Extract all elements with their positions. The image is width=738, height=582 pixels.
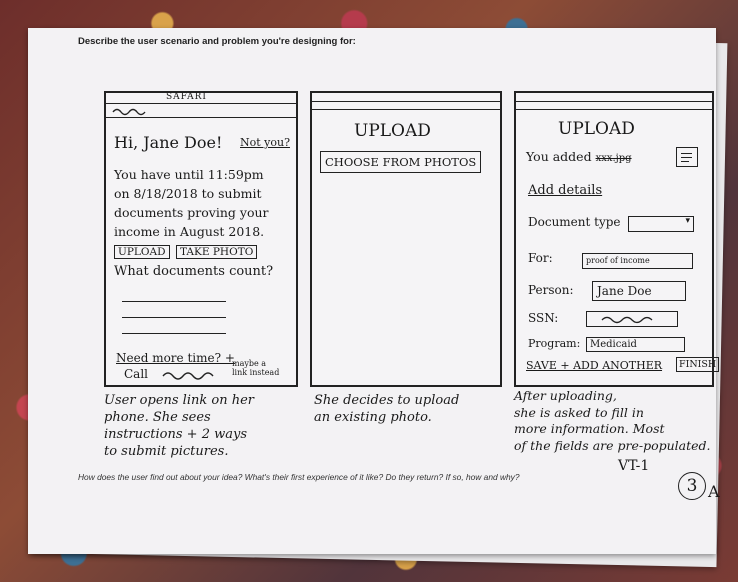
page-number-circle: 3 [678, 472, 706, 500]
finish-button[interactable]: FINISH [676, 357, 720, 372]
document-icon[interactable] [676, 147, 698, 167]
instructions-text: You have until 11:59pm on 8/18/2018 to s… [114, 165, 269, 241]
for-label: For: [528, 251, 553, 265]
choose-from-photos-button[interactable]: CHOOSE FROM PHOTOS [320, 151, 482, 173]
caption-line: she is asked to fill in [514, 404, 644, 420]
person-field[interactable]: Jane Doe [592, 281, 686, 301]
browser-bar-bottom [312, 109, 500, 110]
not-you-link[interactable]: Not you? [240, 136, 290, 149]
document-type-select[interactable]: ▾ [628, 216, 694, 232]
instructions-line: on 8/18/2018 to submit [114, 186, 262, 201]
url-squiggle [112, 108, 146, 116]
placeholder-line [122, 333, 226, 334]
masked-value-squiggle [601, 316, 653, 324]
browser-bar-bottom [516, 109, 712, 110]
upload-title: UPLOAD [354, 121, 431, 141]
browser-bar [312, 101, 500, 102]
caption-line: User opens link on her [104, 393, 254, 408]
person-label: Person: [528, 283, 574, 297]
take-photo-button[interactable]: TAKE PHOTO [176, 245, 258, 259]
added-prefix: You added [526, 149, 592, 164]
ssn-label: SSN: [528, 311, 559, 325]
program-label: Program: [528, 337, 581, 350]
margin-note: maybe a link instead [232, 359, 279, 377]
browser-label: SAFARI [166, 92, 207, 102]
page-suffix: A [708, 482, 720, 501]
phone-sketch-1: SAFARI Hi, Jane Doe! Not you? You have u… [104, 91, 298, 387]
save-add-another-button[interactable]: SAVE + ADD ANOTHER [526, 359, 662, 372]
phone-sketch-2: UPLOAD CHOOSE FROM PHOTOS [310, 91, 502, 387]
added-filename: xxx.jpg [595, 153, 632, 164]
add-details-heading: Add details [528, 183, 603, 198]
browser-bar [106, 103, 296, 104]
call-label: Call [124, 367, 149, 381]
caption-line: After uploading, [514, 388, 617, 403]
caption-line: an existing photo. [314, 410, 432, 425]
program-field[interactable]: Medicaid [586, 337, 685, 352]
phone-sketch-3: UPLOAD You added xxx.jpg Add details Doc… [514, 91, 720, 387]
instructions-line: You have until 11:59pm [114, 167, 264, 182]
instructions-line: income in August 2018. [114, 224, 265, 239]
placeholder-line [122, 317, 226, 318]
placeholder-line [122, 301, 226, 302]
caption-line: of the fields are pre-populated. [514, 437, 711, 453]
document-type-label: Document type [528, 215, 621, 229]
note-line: link instead [232, 368, 280, 377]
caption-line: She decides to upload [314, 393, 460, 408]
caption-1: User opens link on her phone. She sees i… [104, 392, 254, 460]
prompt-bottom: How does the user find out about your id… [78, 472, 520, 482]
browser-bar-bottom [106, 117, 296, 118]
note-line: maybe a [232, 359, 267, 368]
sheet-code: VT-1 [618, 458, 650, 474]
upload-title: UPLOAD [558, 119, 635, 139]
phone-squiggle [162, 372, 214, 380]
ssn-field[interactable] [586, 311, 678, 327]
upload-button[interactable]: UPLOAD [114, 245, 170, 259]
greeting: Hi, Jane Doe! [114, 133, 223, 152]
instructions-line: documents proving your [114, 205, 269, 220]
added-file-text: You added xxx.jpg [526, 149, 632, 164]
caption-3: After uploading, she is asked to fill in… [514, 388, 711, 454]
caption-2: She decides to upload an existing photo. [314, 392, 459, 426]
caption-line: phone. She sees [104, 410, 211, 425]
prompt-top: Describe the user scenario and problem y… [78, 36, 356, 47]
need-more-time-link[interactable]: Need more time? + [116, 351, 235, 365]
caption-line: to submit pictures. [104, 444, 229, 459]
what-counts-link[interactable]: What documents count? [114, 264, 273, 279]
chevron-down-icon: ▾ [685, 216, 690, 226]
browser-bar [516, 101, 712, 102]
caption-line: more information. Most [514, 421, 665, 436]
caption-line: instructions + 2 ways [104, 427, 247, 442]
for-select[interactable]: proof of income [582, 253, 693, 269]
